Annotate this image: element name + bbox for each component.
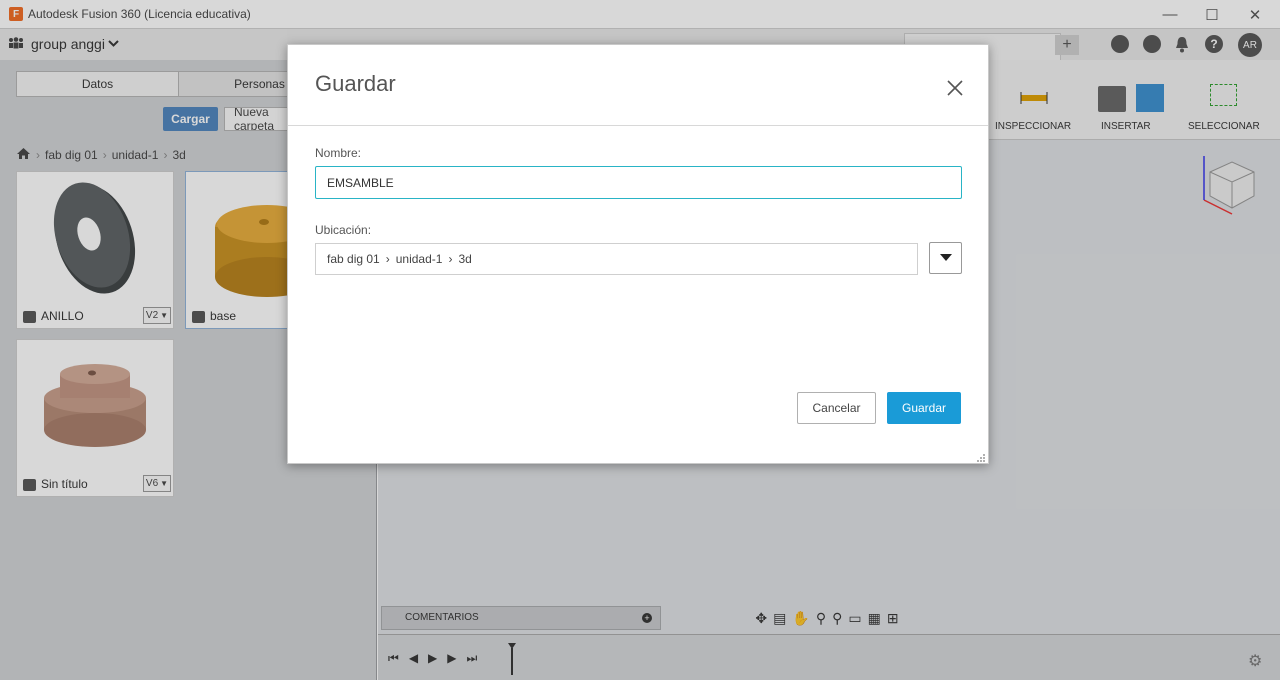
name-input[interactable]	[315, 166, 962, 199]
location-dropdown-button[interactable]	[929, 242, 962, 274]
resize-grip-icon[interactable]	[976, 453, 986, 463]
save-button[interactable]: Guardar	[887, 392, 961, 424]
location-path-item: 3d	[458, 252, 472, 266]
chevron-right-icon: ›	[448, 252, 453, 266]
caret-down-icon	[939, 254, 952, 261]
location-label: Ubicación:	[315, 223, 372, 237]
close-icon[interactable]	[940, 73, 970, 103]
location-path-item: unidad-1	[395, 252, 443, 266]
chevron-right-icon: ›	[385, 252, 390, 266]
save-dialog: Guardar Nombre: Ubicación: fab dig 01 › …	[287, 44, 989, 464]
dialog-title: Guardar	[315, 71, 396, 96]
location-path-item: fab dig 01	[327, 252, 380, 266]
divider	[288, 125, 988, 126]
name-label: Nombre:	[315, 146, 362, 160]
location-field[interactable]: fab dig 01 › unidad-1 › 3d	[315, 243, 918, 275]
cancel-button[interactable]: Cancelar	[797, 392, 876, 424]
